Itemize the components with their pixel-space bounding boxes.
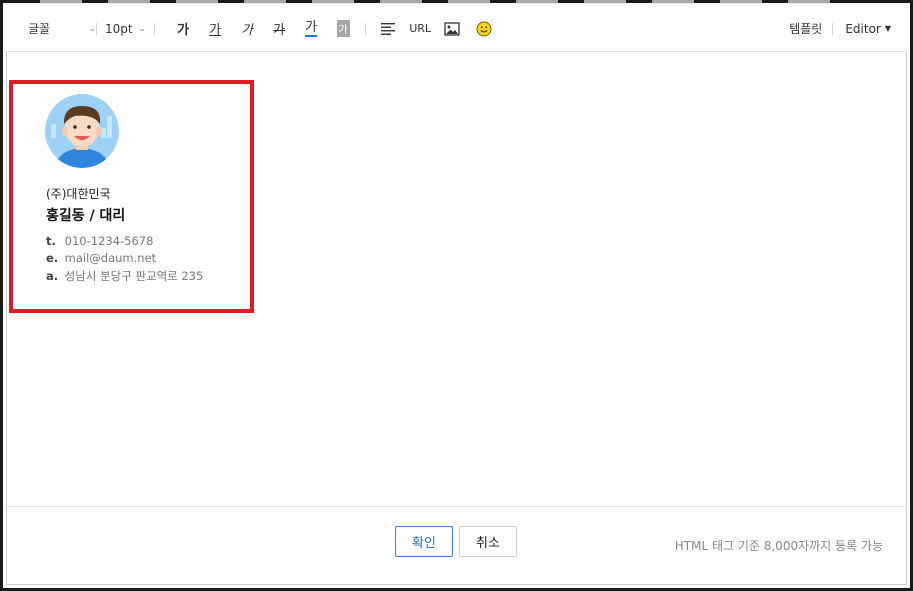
emoji-button[interactable] (468, 17, 500, 41)
address-key: a. (46, 269, 59, 283)
signature-address: a. 성남시 분당구 판교역로 235 (46, 268, 203, 284)
email-value: mail@daum.net (64, 251, 157, 265)
phone-value: 010-1234-5678 (64, 234, 154, 248)
chevron-down-icon: ⌄ (88, 23, 96, 34)
image-button[interactable] (436, 17, 468, 41)
url-label: URL (409, 22, 432, 35)
signature-company: (주)대한민국 (46, 187, 111, 201)
toolbar-divider (154, 22, 156, 35)
background-page-remnant (40, 0, 840, 4)
url-button[interactable]: URL (404, 17, 436, 41)
template-button[interactable]: 템플릿 (779, 17, 832, 41)
italic-icon: 가 (241, 23, 254, 38)
chevron-down-icon: ⌄ (138, 23, 147, 34)
editor-toolbar: 글꼴 ⌄ 10pt ⌄ 가 가 가 가 가 가 URL 템플릿 Editor ▼ (4, 6, 907, 52)
bold-button[interactable]: 가 (167, 17, 199, 41)
font-select-label: 글꼴 (28, 22, 51, 36)
signature-card[interactable]: (주)대한민국 홍길동 / 대리 t. 010-1234-5678 e. mai… (9, 80, 254, 313)
smiley-icon (476, 21, 492, 36)
template-label: 템플릿 (789, 22, 823, 36)
underline-button[interactable]: 가 (199, 17, 231, 41)
cancel-button[interactable]: 취소 (459, 526, 517, 557)
signature-phone: t. 010-1234-5678 (46, 234, 153, 248)
signature-name-title: 홍길동 / 대리 (46, 208, 126, 224)
phone-key: t. (46, 234, 56, 248)
editor-footer: 확인 취소 HTML 태그 기준 8,000자까지 등록 가능 (4, 506, 907, 586)
background-color-icon: 가 (336, 20, 350, 37)
font-size-select[interactable]: 10pt ⌄ (97, 17, 154, 41)
editor-mode-label: Editor (845, 21, 881, 36)
address-value: 성남시 분당구 판교역로 235 (64, 269, 204, 283)
image-icon (444, 21, 460, 36)
email-key: e. (46, 251, 59, 265)
text-color-button[interactable]: 가 (295, 17, 327, 41)
character-limit-note: HTML 태그 기준 8,000자까지 등록 가능 (674, 539, 883, 553)
confirm-button[interactable]: 확인 (395, 526, 453, 557)
editor-mode-select[interactable]: Editor ▼ (833, 17, 891, 41)
font-select[interactable]: 글꼴 ⌄ (28, 17, 96, 41)
bold-icon: 가 (177, 23, 190, 38)
avatar (45, 94, 119, 168)
background-color-button[interactable]: 가 (327, 17, 359, 41)
toolbar-divider (365, 22, 367, 35)
italic-button[interactable]: 가 (231, 17, 263, 41)
align-left-icon (381, 22, 396, 35)
strikethrough-icon: 가 (273, 23, 286, 38)
underline-icon: 가 (209, 23, 222, 38)
caret-down-icon: ▼ (884, 24, 891, 33)
strikethrough-button[interactable]: 가 (263, 17, 295, 41)
signature-email: e. mail@daum.net (46, 251, 156, 265)
align-button[interactable] (372, 17, 404, 41)
font-size-label: 10pt (105, 21, 133, 36)
text-color-icon: 가 (305, 19, 318, 37)
